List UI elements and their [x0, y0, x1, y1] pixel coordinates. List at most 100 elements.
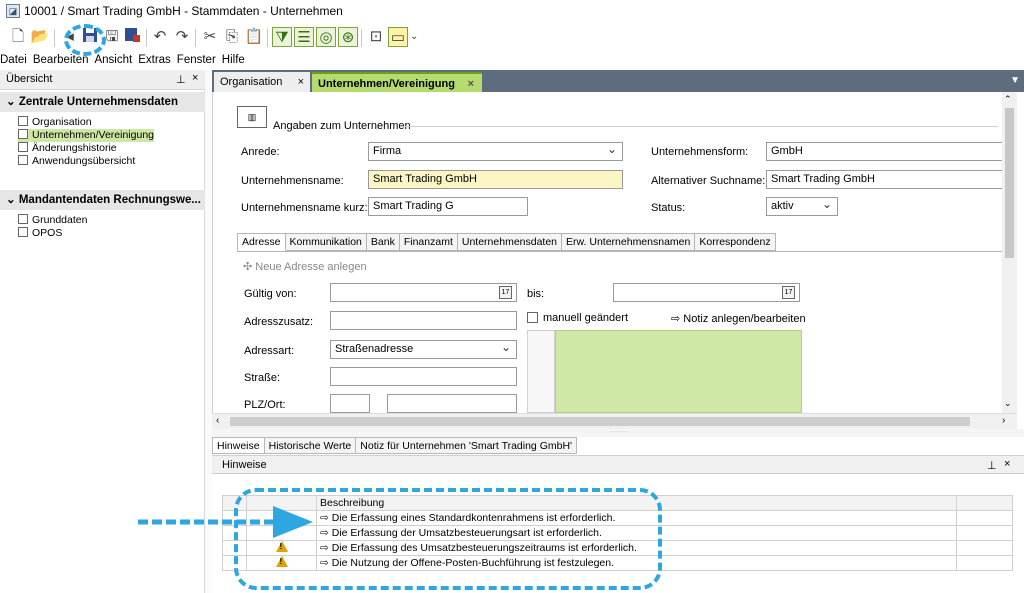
- redo-icon[interactable]: ↷: [172, 27, 192, 47]
- anrede-select[interactable]: Firma: [368, 141, 623, 161]
- tab-divider: [237, 251, 1002, 252]
- group-zentrale-title: Zentrale Unternehmensdaten: [18, 96, 178, 108]
- scroll-left-icon[interactable]: ‹: [216, 415, 219, 426]
- scroll-down-icon[interactable]: ⌄: [1004, 398, 1012, 409]
- calendar-icon[interactable]: 17: [499, 286, 512, 299]
- pin-icon[interactable]: ⊥: [987, 459, 997, 472]
- menu-extras[interactable]: Extras: [138, 54, 171, 66]
- tree-item-anwendungsuebersicht[interactable]: Anwendungsübersicht: [18, 155, 135, 168]
- group-mandantendaten[interactable]: ⌄ Mandantendaten Rechnungswe...: [0, 190, 205, 210]
- tree-item-opos[interactable]: OPOS: [18, 227, 62, 240]
- scroll-thumb[interactable]: [1005, 108, 1014, 258]
- menu-fenster[interactable]: Fenster: [177, 54, 216, 66]
- tab-adresse[interactable]: Adresse: [237, 233, 286, 251]
- history-icon: [18, 142, 28, 152]
- tab-bank[interactable]: Bank: [366, 233, 400, 251]
- close-icon[interactable]: ×: [1004, 458, 1010, 470]
- group-zentrale[interactable]: ⌄ Zentrale Unternehmensdaten: [0, 92, 205, 112]
- ex-icon[interactable]: ⊡: [366, 27, 386, 47]
- tab-label: Organisation: [220, 76, 283, 88]
- unternehmensform-field[interactable]: GmbH: [766, 142, 1006, 161]
- tab-finanzamt[interactable]: Finanzamt: [399, 233, 458, 251]
- menu-hilfe[interactable]: Hilfe: [222, 54, 245, 66]
- tab-list-dropdown-icon[interactable]: ▼: [1010, 75, 1020, 86]
- note-preview[interactable]: [555, 330, 802, 413]
- new-address-label: Neue Adresse anlegen: [255, 261, 367, 273]
- tab-unternehmen[interactable]: Unternehmen/Vereinigung ×: [312, 72, 482, 92]
- adressart-select[interactable]: Straßenadresse: [330, 339, 517, 359]
- unternehmensname-kurz-field[interactable]: Smart Trading G: [368, 197, 528, 216]
- paste-icon[interactable]: 📋: [244, 27, 264, 47]
- company-form: ▥ Angaben zum Unternehmen Anrede: Firma …: [212, 92, 1012, 413]
- document-tab-bar: Organisation × Unternehmen/Vereinigung ×…: [212, 70, 1024, 92]
- cut-icon[interactable]: ✂: [200, 27, 220, 47]
- tab-organisation[interactable]: Organisation ×: [214, 72, 310, 92]
- tab-erw-unternehmensnamen[interactable]: Erw. Unternehmensnamen: [562, 233, 696, 251]
- strasse-field[interactable]: [330, 367, 517, 386]
- title-bar: ◪ 10001 / Smart Trading GmbH - Stammdate…: [0, 0, 1024, 22]
- tab-unternehmensdaten[interactable]: Unternehmensdaten: [457, 233, 563, 251]
- adresszusatz-field[interactable]: [330, 311, 517, 330]
- tab-hinweise[interactable]: Hinweise: [212, 437, 265, 454]
- anrede-label: Anrede:: [241, 146, 280, 158]
- adressart-label: Adressart:: [244, 345, 295, 357]
- unternehmensname-kurz-label: Unternehmensname kurz:: [241, 202, 368, 214]
- close-icon[interactable]: ×: [468, 74, 474, 94]
- gueltig-label: Gültig von:: [244, 288, 297, 300]
- list-icon[interactable]: ☰: [294, 27, 314, 47]
- manuell-label: manuell geändert: [543, 312, 629, 324]
- ort-field[interactable]: [387, 394, 517, 413]
- hscroll-thumb[interactable]: [230, 417, 970, 426]
- vertical-scrollbar[interactable]: ⌃ ⌄: [1002, 92, 1017, 413]
- filter-icon[interactable]: ⧩: [272, 27, 292, 47]
- horizontal-splitter[interactable]: ·········: [212, 429, 1024, 437]
- new-address-button[interactable]: ✣ Neue Adresse anlegen: [243, 260, 367, 273]
- gueltig-date-field[interactable]: 17: [330, 283, 517, 302]
- tab-korrespondenz[interactable]: Korrespondenz: [695, 233, 776, 251]
- status-select[interactable]: aktiv: [766, 196, 838, 216]
- close-icon[interactable]: ×: [192, 72, 198, 84]
- unternehmensname-field[interactable]: Smart Trading GmbH: [368, 170, 623, 189]
- tree-item-label: Anwendungsübersicht: [32, 155, 136, 167]
- new-icon[interactable]: 🗋: [8, 27, 28, 47]
- bis-date-field[interactable]: 17: [613, 283, 800, 302]
- tab-label: Unternehmen/Vereinigung: [318, 78, 455, 90]
- manuell-checkbox[interactable]: [527, 312, 538, 323]
- menu-ansicht[interactable]: Ansicht: [94, 54, 132, 66]
- notiz-link[interactable]: ⇨ Notiz anlegen/bearbeiten: [671, 312, 806, 325]
- tree-item-grunddaten[interactable]: Grunddaten: [18, 214, 87, 227]
- menu-datei[interactable]: Datei: [0, 54, 27, 66]
- check-icon[interactable]: ⊛: [338, 27, 358, 47]
- tab-historische-werte[interactable]: Historische Werte: [264, 437, 357, 454]
- tree-item-aenderungshistorie[interactable]: Änderungshistorie: [18, 142, 117, 155]
- hints-header: Hinweise ⊥ ×: [212, 455, 1024, 474]
- pin-icon[interactable]: ⊥: [176, 73, 186, 86]
- scroll-up-icon[interactable]: ⌃: [1004, 94, 1012, 105]
- toolbar: 🗋 📂 ◂ 🖫 ↶ ↷ ✂ ⎘ 📋 ⧩ ☰ ◎ ⊛ ⊡ ▭ ⌄: [0, 22, 1024, 54]
- scroll-right-icon[interactable]: ›: [1002, 415, 1005, 426]
- close-icon[interactable]: ×: [298, 72, 304, 92]
- note-icon[interactable]: ▭: [388, 27, 408, 47]
- tree-item-organisation[interactable]: Organisation: [18, 116, 92, 129]
- circle-icon[interactable]: ◎: [316, 27, 336, 47]
- plus-icon: ✣: [243, 261, 256, 273]
- tree-item-unternehmen[interactable]: Unternehmen/Vereinigung: [18, 129, 155, 142]
- horizontal-scrollbar[interactable]: ‹ ›: [212, 413, 1017, 429]
- status-label: Status:: [651, 202, 686, 214]
- overflow-icon[interactable]: ⌄: [410, 27, 418, 47]
- calendar-icon[interactable]: 17: [782, 286, 795, 299]
- suchname-field[interactable]: Smart Trading GmbH: [766, 170, 1006, 189]
- bis-label: bis:: [527, 288, 545, 300]
- copy-icon[interactable]: ⎘: [222, 27, 242, 47]
- menu-bearbeiten[interactable]: Bearbeiten: [33, 54, 89, 66]
- delete-glyph: [125, 28, 140, 42]
- arrow-right-icon: ⇨: [671, 313, 684, 325]
- delete-icon[interactable]: [122, 27, 142, 47]
- tab-kommunikation[interactable]: Kommunikation: [285, 233, 367, 251]
- plz-field[interactable]: [330, 394, 370, 413]
- row-cell: [956, 555, 1013, 571]
- undo-icon[interactable]: ↶: [150, 27, 170, 47]
- open-folder-icon[interactable]: 📂: [30, 27, 50, 47]
- tab-notiz[interactable]: Notiz für Unternehmen 'Smart Trading Gmb…: [356, 437, 578, 454]
- bottom-tabs: Hinweise Historische Werte Notiz für Unter…: [212, 437, 578, 454]
